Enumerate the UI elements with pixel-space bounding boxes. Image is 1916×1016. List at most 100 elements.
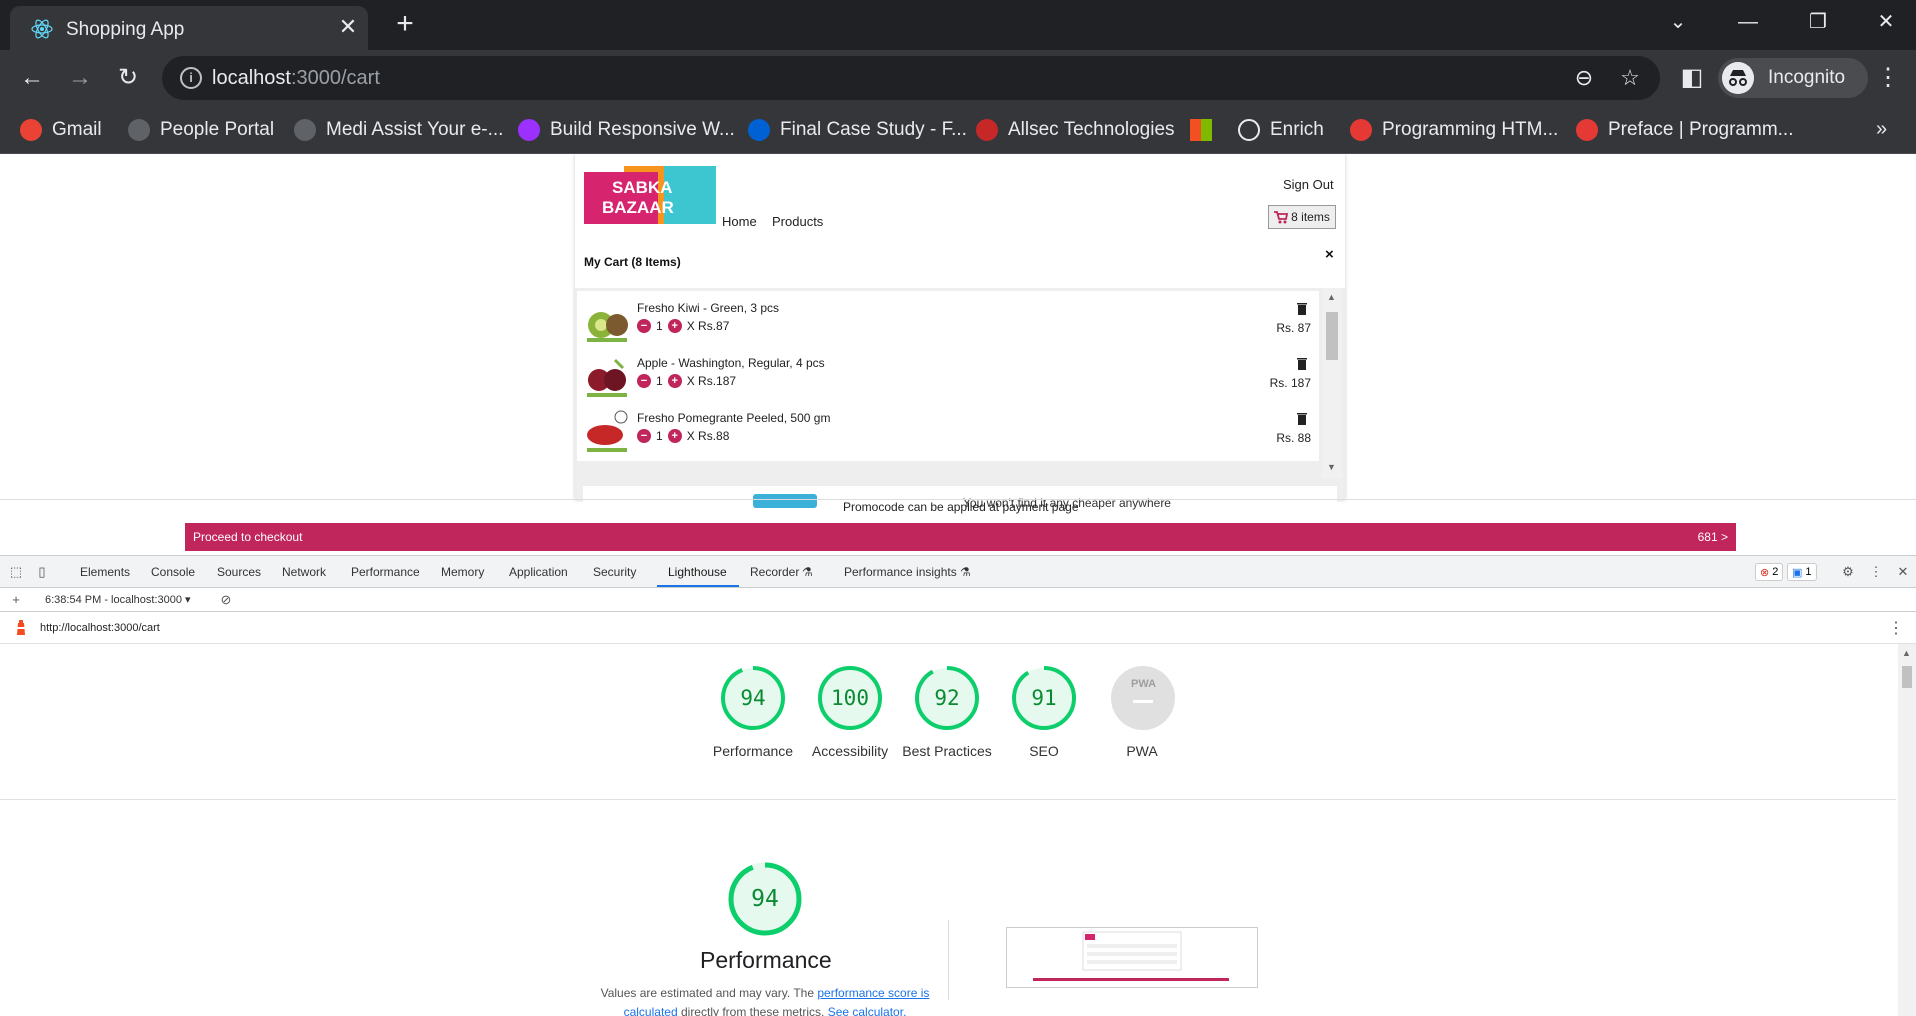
- logo-line1: SABKA: [612, 178, 672, 197]
- restore-icon[interactable]: ❐: [1798, 8, 1838, 36]
- browser-tab[interactable]: Shopping App ✕: [10, 6, 368, 50]
- devtools-tab[interactable]: Elements: [80, 565, 130, 579]
- devtools-tab[interactable]: Application: [509, 565, 568, 579]
- score-gauge[interactable]: 94: [720, 665, 786, 731]
- sign-out-link[interactable]: Sign Out: [1283, 177, 1334, 192]
- cart-title: My Cart (8 Items): [584, 255, 681, 269]
- message-count-badge[interactable]: ▣ 1: [1787, 563, 1817, 581]
- score-gauge[interactable]: 91: [1011, 665, 1077, 731]
- bookmark-favicon-icon: [20, 119, 42, 141]
- devtools-tab[interactable]: Performance insights: [844, 565, 957, 579]
- devtools-tab[interactable]: Security: [593, 565, 636, 579]
- decrease-quantity-button[interactable]: −: [637, 374, 651, 388]
- score-gauge[interactable]: 92: [914, 665, 980, 731]
- decrease-quantity-button[interactable]: −: [637, 319, 651, 333]
- bookmark-item[interactable]: Final Case Study - F...: [748, 116, 967, 144]
- page-screenshot-thumbnail[interactable]: [1006, 927, 1258, 988]
- scroll-thumb[interactable]: [1902, 666, 1912, 688]
- clear-reports-icon[interactable]: ⊘: [218, 592, 234, 608]
- scroll-up-arrow-icon[interactable]: ▲: [1902, 648, 1911, 658]
- devtools-tab[interactable]: Performance: [351, 565, 420, 579]
- bookmark-star-icon[interactable]: ☆: [1618, 66, 1642, 90]
- close-tab-icon[interactable]: ✕: [336, 15, 360, 39]
- devtools-panel: ⬚ ▯ Elements Console Sources Network Perform…: [0, 555, 1916, 1016]
- bookmark-item[interactable]: [1190, 116, 1212, 144]
- close-devtools-icon[interactable]: ✕: [1895, 564, 1911, 580]
- message-count: 1: [1805, 566, 1812, 578]
- increase-quantity-button[interactable]: +: [667, 319, 682, 333]
- bookmark-label: Final Case Study - F...: [780, 119, 967, 140]
- pwa-badge-icon: PWA: [1111, 666, 1175, 730]
- shopping-app: SABKA BAZAAR Home Products Sign Out 8 it…: [575, 154, 1345, 516]
- settings-gear-icon[interactable]: ⚙: [1840, 564, 1856, 580]
- bookmark-item[interactable]: Gmail: [20, 116, 102, 144]
- scroll-thumb[interactable]: [1326, 312, 1338, 360]
- incognito-profile[interactable]: Incognito: [1718, 58, 1868, 98]
- address-url[interactable]: localhost:3000/cart: [212, 67, 380, 90]
- item-total-price: Rs. 87: [1276, 321, 1311, 335]
- sabka-bazaar-logo[interactable]: SABKA BAZAAR: [584, 166, 716, 224]
- delete-item-icon[interactable]: [1297, 413, 1307, 425]
- report-selector[interactable]: 6:38:54 PM - localhost:3000 ▾: [45, 593, 191, 606]
- pwa-gauge[interactable]: PWA: [1110, 665, 1176, 731]
- minimize-icon[interactable]: —: [1728, 8, 1768, 36]
- bookmark-item[interactable]: Preface | Programm...: [1576, 116, 1794, 144]
- performance-big-gauge[interactable]: 94: [728, 862, 802, 936]
- url-host: localhost: [212, 67, 291, 89]
- close-window-icon[interactable]: ✕: [1866, 8, 1906, 36]
- nav-products-link[interactable]: Products: [772, 214, 823, 229]
- back-icon[interactable]: ←: [16, 62, 48, 94]
- bookmark-item[interactable]: Programming HTM...: [1350, 116, 1558, 144]
- item-unit-price: X Rs.88: [686, 429, 730, 443]
- see-calculator-link[interactable]: See calculator.: [828, 1005, 907, 1016]
- bookmark-item[interactable]: Build Responsive W...: [518, 116, 735, 144]
- scroll-up-arrow-icon[interactable]: ▲: [1327, 292, 1336, 302]
- devtools-tab[interactable]: Sources: [217, 565, 261, 579]
- report-menu-icon[interactable]: ⋮: [1888, 618, 1904, 638]
- zoom-icon[interactable]: ⊖: [1572, 66, 1596, 90]
- more-bookmarks-icon[interactable]: »: [1876, 118, 1887, 141]
- new-report-icon[interactable]: +: [8, 592, 24, 608]
- devtools-tab[interactable]: Recorder: [750, 565, 799, 579]
- inspect-element-icon[interactable]: ⬚: [8, 564, 24, 580]
- item-quantity: 1: [656, 319, 663, 333]
- site-info-icon[interactable]: i: [180, 67, 202, 89]
- delete-item-icon[interactable]: [1297, 358, 1307, 370]
- report-url[interactable]: http://localhost:3000/cart: [40, 622, 160, 634]
- lighthouse-scrollbar[interactable]: ▲: [1898, 644, 1916, 1016]
- bookmark-item[interactable]: Enrich: [1238, 116, 1324, 144]
- bookmark-item[interactable]: People Portal: [128, 116, 274, 144]
- increase-quantity-button[interactable]: +: [667, 429, 682, 443]
- cart-button[interactable]: 8 items: [1268, 205, 1336, 229]
- item-name: Apple - Washington, Regular, 4 pcs: [637, 356, 825, 370]
- tab-search-icon[interactable]: ⌄: [1658, 8, 1698, 36]
- devtools-tab[interactable]: Console: [151, 565, 195, 579]
- bookmark-item[interactable]: Allsec Technologies: [976, 116, 1175, 144]
- cart-list[interactable]: Fresho Kiwi - Green, 3 pcs − 1 + X Rs.87…: [575, 288, 1345, 516]
- experimental-flask-icon: ⚗: [960, 565, 971, 579]
- nav-home-link[interactable]: Home: [722, 214, 757, 229]
- bookmark-item[interactable]: Medi Assist Your e-...: [294, 116, 503, 144]
- score-gauge[interactable]: 100: [817, 665, 883, 731]
- devtools-tab[interactable]: Lighthouse: [668, 565, 727, 579]
- cart-scrollbar[interactable]: ▲ ▼: [1322, 288, 1342, 478]
- error-count-badge[interactable]: ⊗ 2: [1755, 563, 1784, 581]
- tab-strip: Shopping App ✕ + ⌄ — ❐ ✕: [0, 0, 1916, 50]
- reload-icon[interactable]: ↻: [112, 62, 144, 94]
- forward-icon[interactable]: →: [64, 62, 96, 94]
- delete-item-icon[interactable]: [1297, 303, 1307, 315]
- device-toolbar-icon[interactable]: ▯: [34, 564, 50, 580]
- address-bar[interactable]: i localhost:3000/cart ⊖ ☆: [162, 56, 1660, 100]
- chrome-menu-icon[interactable]: ⋮: [1876, 62, 1900, 94]
- devtools-tab[interactable]: Network: [282, 565, 326, 579]
- devtools-menu-icon[interactable]: ⋮: [1868, 564, 1884, 580]
- scroll-down-arrow-icon[interactable]: ▼: [1327, 462, 1336, 472]
- close-cart-icon[interactable]: ×: [1325, 246, 1334, 263]
- increase-quantity-button[interactable]: +: [667, 374, 682, 388]
- checkout-button[interactable]: Proceed to checkout 681 >: [185, 523, 1736, 551]
- devtools-tabbar: ⬚ ▯ Elements Console Sources Network Perform…: [0, 556, 1916, 588]
- devtools-tab[interactable]: Memory: [441, 565, 484, 579]
- decrease-quantity-button[interactable]: −: [637, 429, 651, 443]
- side-panel-icon[interactable]: ◧: [1676, 62, 1708, 94]
- new-tab-icon[interactable]: +: [390, 9, 420, 40]
